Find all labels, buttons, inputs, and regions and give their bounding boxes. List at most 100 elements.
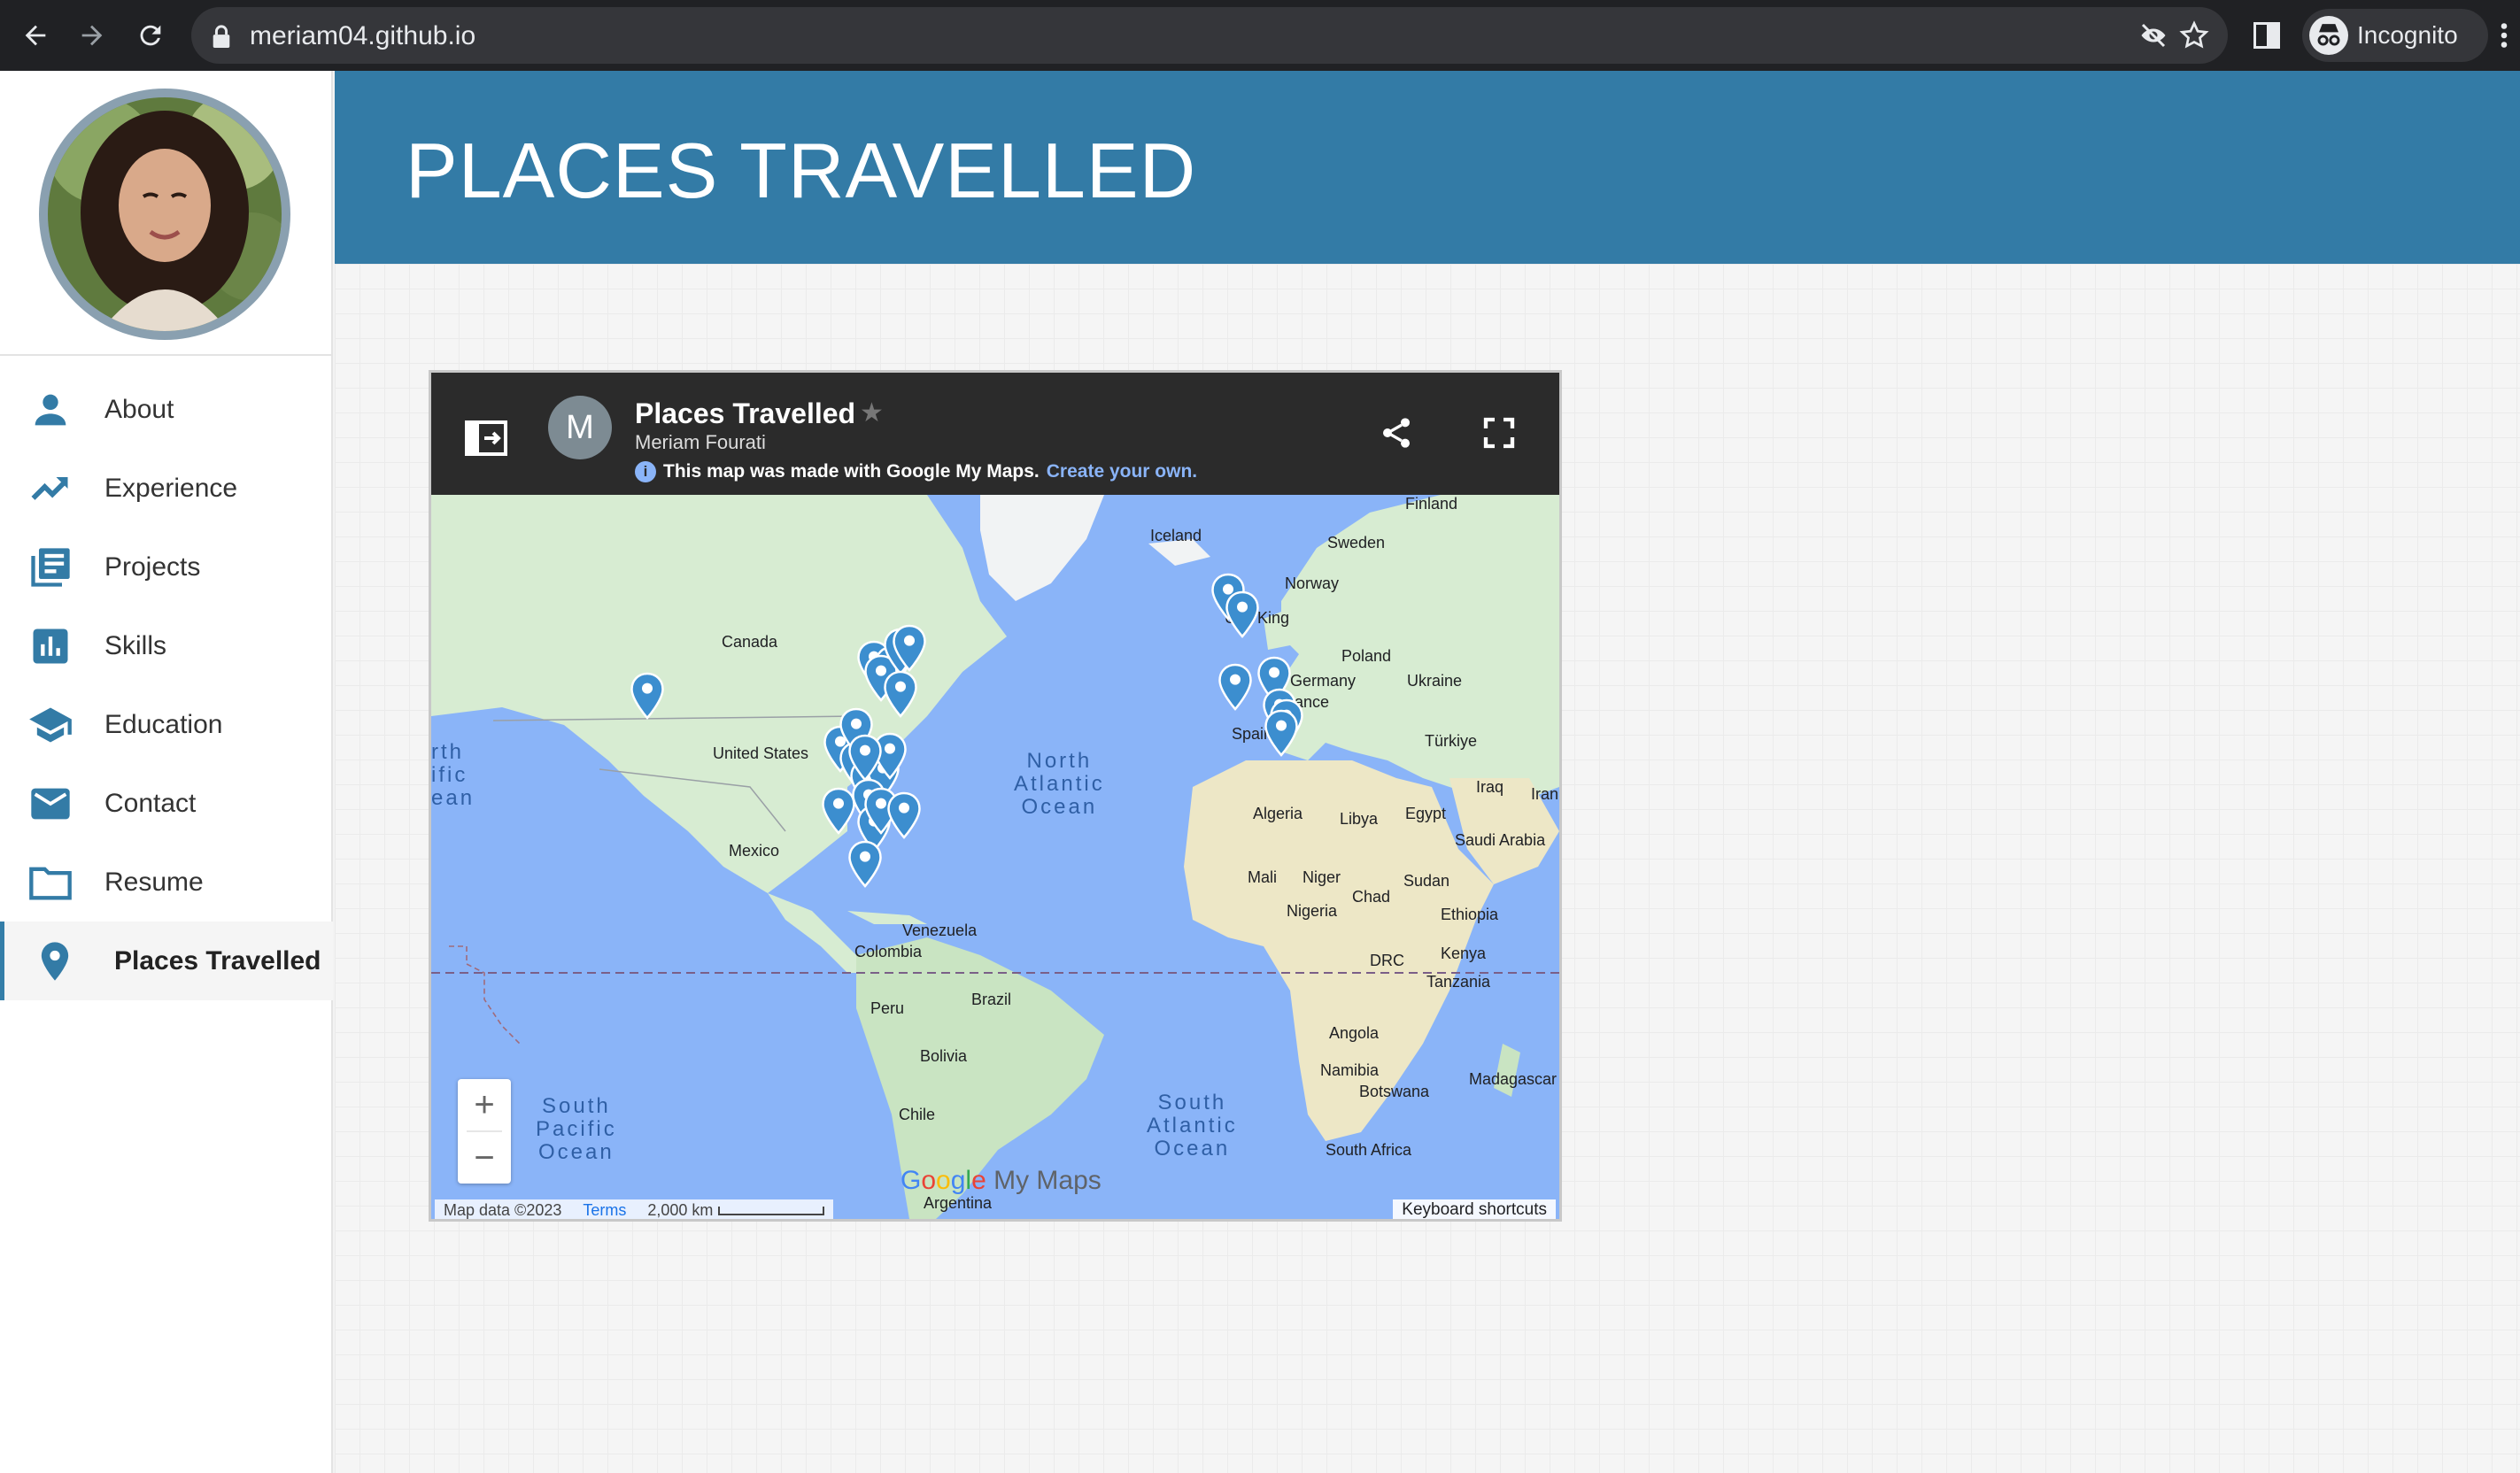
keyboard-shortcuts-button[interactable]: Keyboard shortcuts	[1393, 1199, 1556, 1219]
zoom-out-button[interactable]: −	[458, 1132, 511, 1184]
sidebar-item-label: Experience	[104, 473, 238, 503]
label-mali: Mali	[1248, 868, 1278, 886]
label-argentina: Argentina	[924, 1194, 993, 1212]
sidebar-item-resume[interactable]: Resume	[0, 843, 333, 922]
back-icon[interactable]	[14, 14, 57, 57]
info-icon: i	[635, 461, 656, 482]
label-south-africa: South Africa	[1326, 1141, 1412, 1159]
fullscreen-icon[interactable]	[1481, 415, 1517, 451]
create-your-own-link[interactable]: Create your own.	[1047, 461, 1197, 482]
map-pin-icon[interactable]	[1264, 709, 1299, 757]
label-kenya: Kenya	[1441, 945, 1487, 962]
label-niger: Niger	[1303, 868, 1341, 886]
map-info-line: i This map was made with Google My Maps.…	[635, 461, 1197, 482]
star-icon[interactable]: ★	[860, 397, 884, 428]
sidebar-item-places-travelled[interactable]: Places Travelled	[0, 922, 333, 1000]
profile-photo-frame	[39, 89, 290, 340]
label-turkiye: Türkiye	[1425, 732, 1478, 750]
label-sudan: Sudan	[1403, 872, 1450, 890]
label-united-states: United States	[713, 744, 809, 762]
star-icon[interactable]	[2178, 19, 2210, 51]
sidebar-item-label: Education	[104, 709, 223, 739]
label-libya: Libya	[1340, 810, 1379, 828]
label-venezuela: Venezuela	[902, 922, 978, 939]
sidebar-item-label: Places Travelled	[114, 945, 321, 976]
zoom-controls: + −	[458, 1079, 511, 1184]
map-pin-icon[interactable]	[886, 791, 922, 839]
map-pin-icon[interactable]	[847, 840, 883, 888]
label-iraq: Iraq	[1476, 778, 1504, 796]
label-brazil: Brazil	[971, 991, 1012, 1008]
label-drc: DRC	[1370, 952, 1404, 969]
map-owner-avatar: M	[548, 396, 612, 459]
address-bar[interactable]: meriam04.github.io	[191, 7, 2228, 64]
sidebar-item-label: Projects	[104, 551, 201, 582]
page-header: PLACES TRAVELLED	[335, 71, 2520, 264]
map-info-text: This map was made with Google My Maps.	[663, 461, 1040, 482]
email-icon	[27, 780, 74, 828]
share-icon[interactable]	[1379, 415, 1414, 451]
sidebar-item-skills[interactable]: Skills	[0, 606, 333, 685]
side-panel-icon[interactable]	[2251, 19, 2283, 51]
map-pin-icon[interactable]	[1225, 590, 1260, 638]
label-bolivia: Bolivia	[920, 1047, 968, 1065]
map-pin-icon[interactable]	[847, 734, 883, 782]
label-ethiopia: Ethiopia	[1441, 906, 1499, 923]
profile-button[interactable]: Incognito	[2302, 9, 2488, 62]
map-pin-icon[interactable]	[892, 624, 927, 672]
url-text[interactable]: meriam04.github.io	[250, 21, 475, 51]
sidebar-item-experience[interactable]: Experience	[0, 449, 333, 528]
label-ukraine: Ukraine	[1407, 672, 1463, 690]
person-icon	[27, 386, 74, 434]
sidebar-nav: About Experience Projects Skills Educati…	[0, 370, 333, 1000]
label-poland: Poland	[1341, 647, 1392, 665]
sidebar-item-label: Skills	[104, 630, 167, 660]
label-egypt: Egypt	[1405, 805, 1447, 822]
sidebar-item-about[interactable]: About	[0, 370, 333, 449]
map-pin-icon[interactable]	[883, 670, 918, 718]
label-norway: Norway	[1285, 575, 1340, 592]
sidebar-item-contact[interactable]: Contact	[0, 764, 333, 843]
sidebar-item-label: About	[104, 394, 174, 424]
trending-up-icon	[27, 465, 74, 513]
folder-icon	[27, 859, 74, 906]
label-peru: Peru	[870, 999, 905, 1017]
map-pin-icon[interactable]	[1217, 663, 1253, 711]
map-pin-icon[interactable]	[630, 672, 665, 720]
sidebar-divider	[0, 354, 333, 356]
map-data-text: Map data ©2023	[444, 1200, 562, 1219]
sidebar-item-projects[interactable]: Projects	[0, 528, 333, 606]
eye-off-icon[interactable]	[2137, 19, 2169, 51]
browser-toolbar: meriam04.github.io Incognito	[0, 0, 2520, 71]
label-saudi-arabia: Saudi Arabia	[1455, 831, 1546, 849]
label-mexico: Mexico	[729, 842, 780, 860]
sidebar: About Experience Projects Skills Educati…	[0, 71, 333, 1473]
terms-link[interactable]: Terms	[583, 1201, 626, 1220]
sidebar-item-education[interactable]: Education	[0, 685, 333, 764]
map-legend-toggle-icon[interactable]	[465, 420, 507, 456]
label-canada: Canada	[722, 633, 778, 651]
map-title: Places Travelled	[635, 397, 856, 429]
reload-icon[interactable]	[129, 14, 172, 57]
zoom-in-button[interactable]: +	[458, 1079, 511, 1130]
school-icon	[27, 701, 74, 749]
label-tanzania: Tanzania	[1426, 973, 1491, 991]
label-colombia: Colombia	[854, 943, 923, 960]
label-finland: Finland	[1405, 495, 1458, 513]
map-header: M Places Travelled ★ Meriam Fourati i Th…	[431, 373, 1559, 495]
label-north-pacific: rth ific ean	[431, 740, 475, 810]
forward-icon[interactable]	[71, 14, 113, 57]
label-iran: Iran	[1531, 785, 1559, 803]
label-madagascar: Madagascar	[1469, 1070, 1558, 1088]
label-algeria: Algeria	[1253, 805, 1303, 822]
sidebar-item-label: Resume	[104, 867, 204, 897]
map-canvas[interactable]: Finland Sweden Iceland Norway Unit King …	[431, 495, 1559, 1219]
label-germany: Germany	[1290, 672, 1357, 690]
more-vert-icon[interactable]	[2495, 19, 2513, 51]
label-nigeria: Nigeria	[1287, 902, 1338, 920]
scale-indicator[interactable]: 2,000 km	[647, 1201, 825, 1220]
embedded-map[interactable]: M Places Travelled ★ Meriam Fourati i Th…	[429, 370, 1562, 1222]
label-angola: Angola	[1329, 1024, 1380, 1042]
lock-icon[interactable]	[211, 25, 232, 48]
label-chad: Chad	[1352, 888, 1391, 906]
